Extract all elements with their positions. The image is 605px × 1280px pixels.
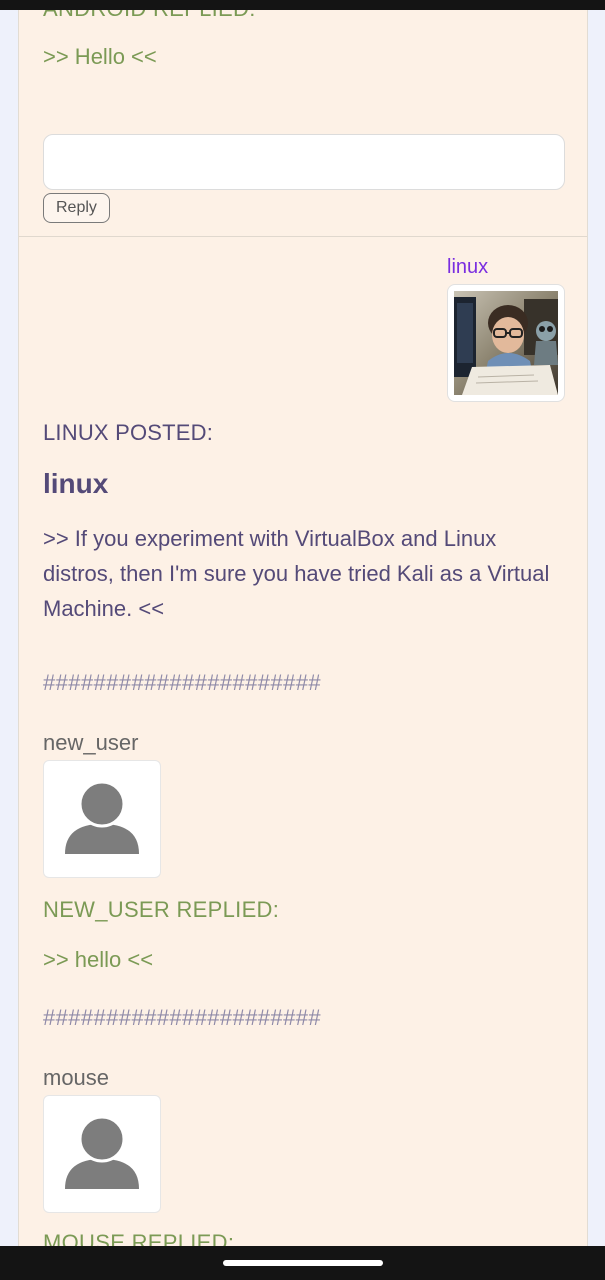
reply-input[interactable] — [43, 134, 565, 190]
post-title: linux — [43, 468, 109, 499]
post-body: >> If you experiment with VirtualBox and… — [43, 526, 550, 621]
home-indicator[interactable] — [223, 1260, 383, 1266]
separator: ###################### — [43, 670, 321, 695]
reply-header: MOUSE REPLIED: — [43, 1230, 235, 1246]
reply-username[interactable]: mouse — [43, 1065, 109, 1091]
posted-header: LINUX POSTED: — [43, 420, 214, 445]
reply-body-android: >> Hello << — [43, 44, 157, 69]
person-placeholder-icon — [65, 1115, 139, 1189]
thread-card: ANDROID REPLIED: >> Hello << Reply linux — [18, 10, 588, 1246]
author-avatar[interactable] — [447, 284, 565, 402]
separator: ###################### — [43, 1005, 321, 1030]
status-bar — [0, 0, 605, 10]
author-link[interactable]: linux — [447, 256, 488, 279]
reply-button[interactable]: Reply — [43, 193, 110, 223]
person-placeholder-icon — [65, 780, 139, 854]
reply-header-android: ANDROID REPLIED: — [43, 10, 256, 22]
avatar[interactable] — [43, 1095, 161, 1213]
reply-header: NEW_USER REPLIED: — [43, 897, 280, 922]
reply-body: >> hello << — [43, 947, 154, 972]
reply-username[interactable]: new_user — [43, 730, 138, 756]
avatar[interactable] — [43, 760, 161, 878]
child-at-computer-image — [454, 291, 558, 395]
divider — [19, 236, 587, 237]
